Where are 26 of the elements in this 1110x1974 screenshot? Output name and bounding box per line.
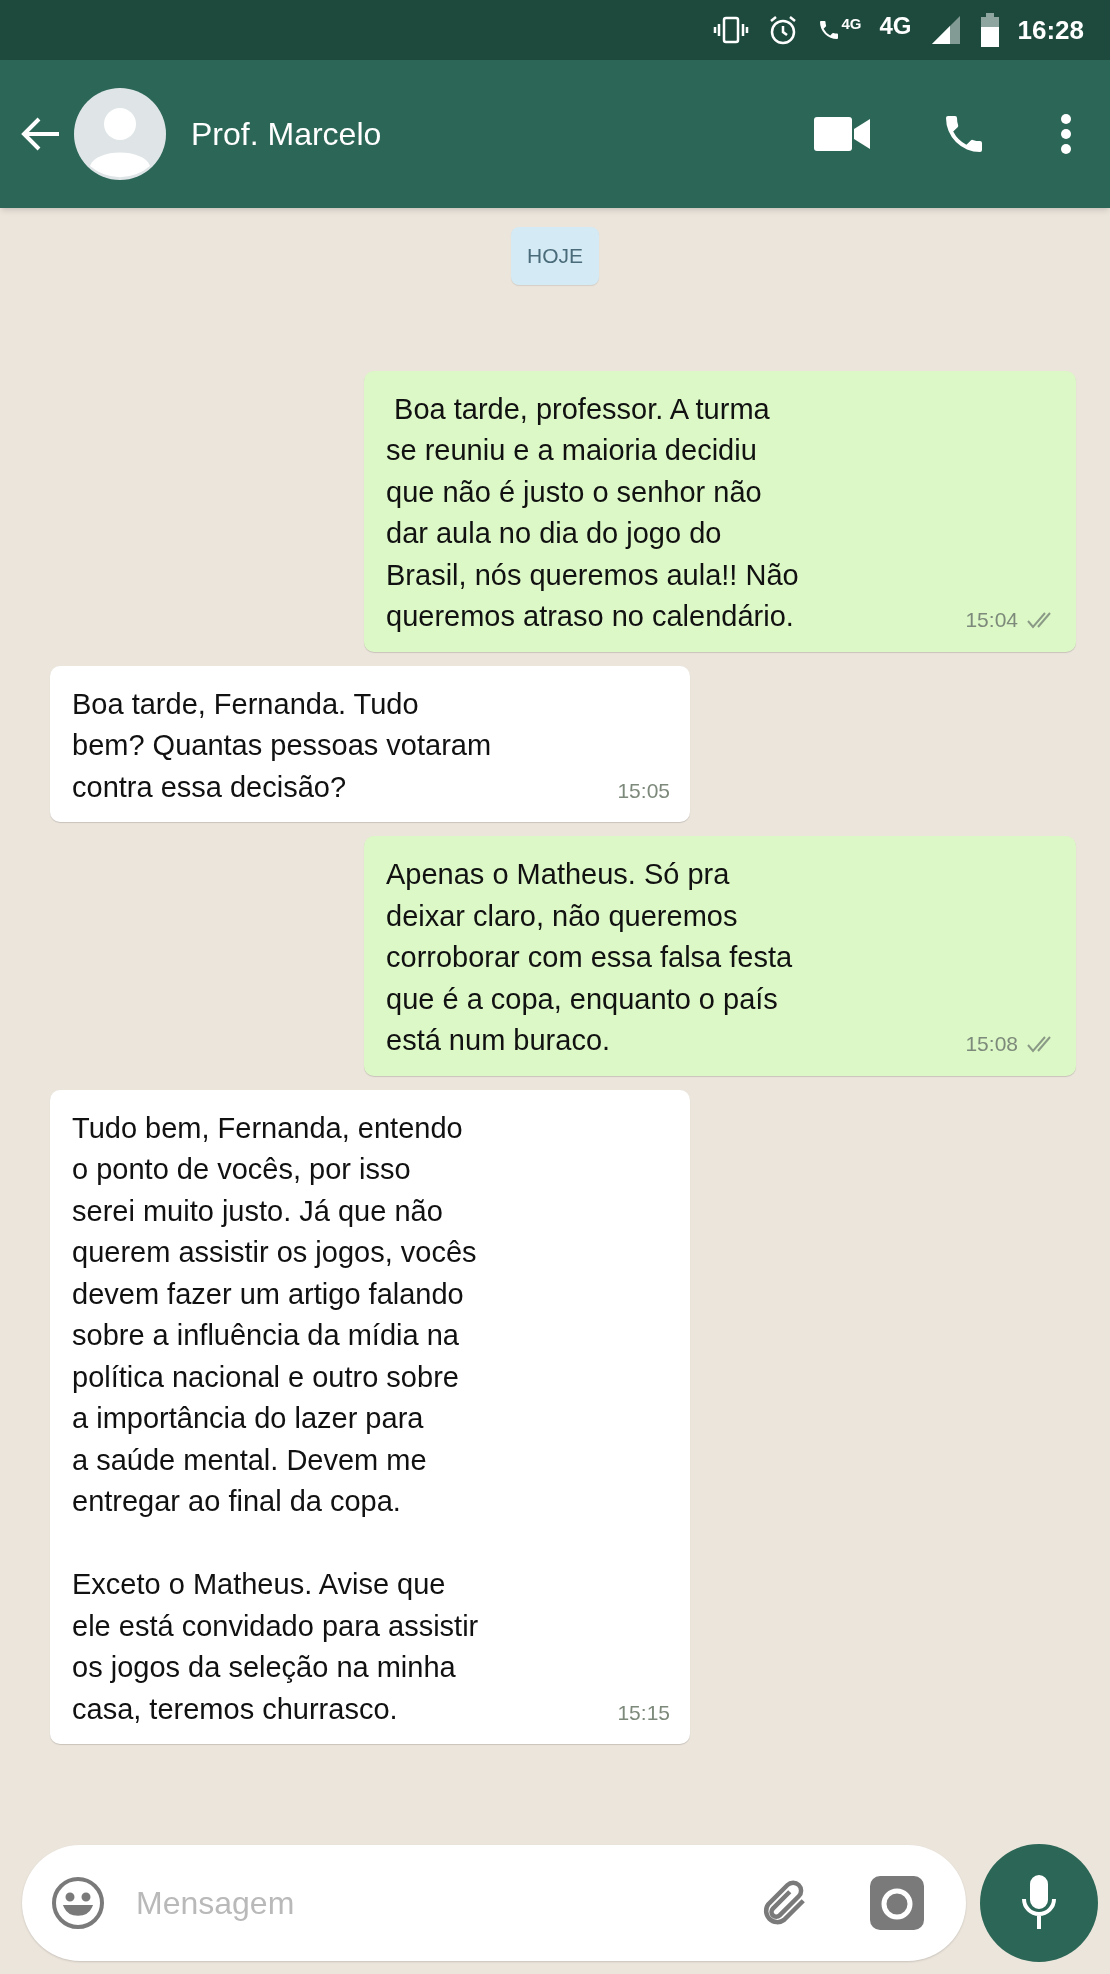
message-field[interactable]: Mensagem (136, 1879, 756, 1927)
message-text: Boa tarde, professor. A turma se reuniu e a maioria decidiu que não é justo o senhor não dar aula no dia do jogo do Brasil, nós queremos aula!! Não queremos atraso no calendário. (386, 391, 799, 634)
message-time: 15:05 (617, 777, 670, 804)
message-text: Tudo bem, Fernanda, entendo o ponto de vocês, por isso serei muito justo. Já que não querem assistir os jogos, vocês devem fazer um artigo falando sobre a influência da mídia na política nacional e outro sobre a importância do lazer para a saúde mental. Devem me entregar ao final da copa. Exceto o Matheus. Avise que ele está convidado para assistir os jogos da seleção na minha casa, teremos churrasco. (72, 1110, 479, 1727)
message-time: 15:08 (965, 1031, 1018, 1057)
message-text: Apenas o Matheus. Só pra deixar claro, não queremos corroborar com essa falsa festa que é a copa, enquanto o país está num buraco. (386, 857, 793, 1058)
call-network-label: 4G (841, 16, 862, 31)
message-text: Boa tarde, Fernanda. Tudo bem? Quantas pessoas votaram contra essa decisão? (72, 686, 492, 805)
vibrate-icon (713, 15, 750, 45)
contact-name[interactable]: Prof. Marcelo (191, 110, 814, 158)
video-call-button[interactable] (814, 117, 870, 151)
clock-time: 16:28 (1017, 13, 1084, 47)
date-chip: HOJE (511, 227, 599, 285)
emoji-icon[interactable] (50, 1875, 106, 1931)
menu-icon (1060, 113, 1072, 155)
microphone-icon (1019, 1875, 1059, 1931)
menu-button[interactable] (1060, 113, 1072, 155)
video-camera-icon (814, 117, 870, 151)
camera-icon[interactable] (870, 1876, 924, 1930)
message-time: 15:15 (617, 1699, 670, 1726)
network-label: 4G (879, 11, 912, 41)
message-time: 15:04 (965, 607, 1018, 633)
message-input[interactable]: Mensagem (22, 1845, 966, 1961)
back-arrow-icon (21, 116, 61, 152)
battery-icon (979, 13, 1000, 47)
avatar[interactable] (74, 88, 166, 180)
